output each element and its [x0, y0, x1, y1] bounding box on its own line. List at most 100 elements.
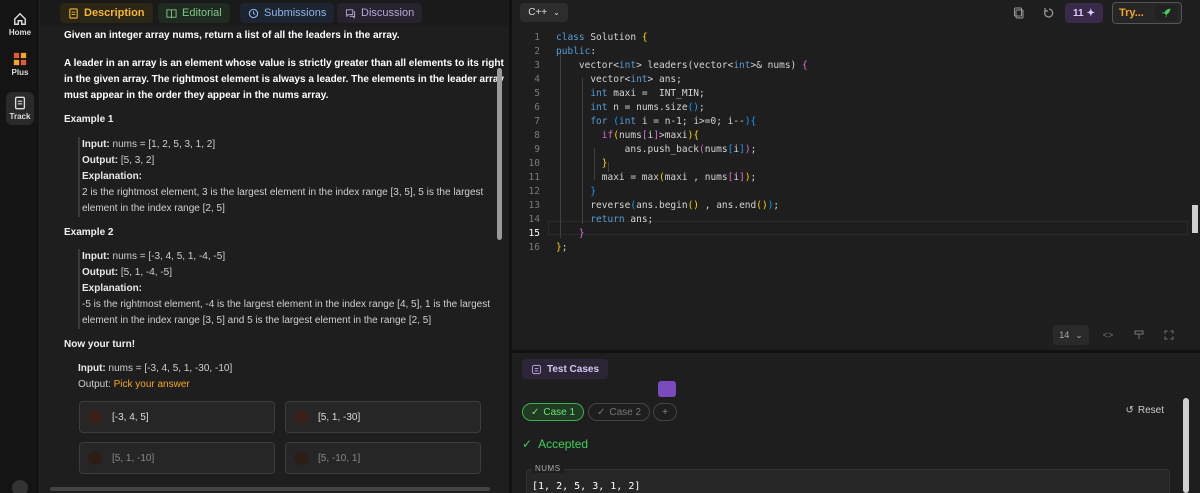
rocket-icon — [1155, 5, 1177, 21]
code-line: int n = nums.size(); — [590, 102, 705, 113]
tab-discussion[interactable]: Discussion — [337, 3, 423, 23]
testcase-scrollbar[interactable] — [1183, 398, 1189, 493]
indent-guide — [608, 162, 609, 172]
editor-panel: C++ ⌄ 11 ✦ Try... 1 2 3 4 5 6 7 8 9 10 11 12 13 14 15 16 … — [512, 0, 1200, 493]
line-number: 5 — [534, 88, 540, 99]
radio-circle — [294, 410, 308, 424]
line-number: 15 — [528, 228, 540, 239]
tab-editorial[interactable]: Editorial — [158, 3, 230, 23]
rail-plus-label: Plus — [11, 68, 29, 77]
code-line: }; — [556, 242, 568, 253]
tab-submissions[interactable]: Submissions — [240, 3, 335, 23]
streak-badge[interactable]: 11 ✦ — [1065, 3, 1103, 23]
tab-description[interactable]: Description — [60, 3, 153, 23]
answer-option-3[interactable]: [5, 1, -10] — [79, 442, 275, 474]
try-button[interactable]: Try... — [1112, 2, 1182, 24]
line-number: 3 — [534, 60, 540, 71]
problem-statement: A leader in an array is an element whose… — [64, 58, 504, 101]
undo-icon: ↺ — [1125, 405, 1134, 416]
line-number: 10 — [528, 158, 540, 169]
code-line: class Solution { — [556, 32, 648, 43]
line-number: 12 — [528, 186, 540, 197]
code-line: return ans; — [590, 214, 654, 225]
rail-plus[interactable]: Plus — [0, 52, 40, 77]
code-brackets-icon[interactable]: <> — [1099, 325, 1117, 345]
tab-submissions-label: Submissions — [264, 7, 327, 19]
problem-panel: Description Editorial Submissions Discus… — [40, 0, 510, 493]
clock-icon — [248, 8, 259, 18]
line-number: 2 — [534, 46, 540, 57]
profile-avatar[interactable] — [12, 480, 28, 493]
reset-code-icon[interactable] — [1040, 4, 1058, 22]
radio-circle — [88, 410, 102, 424]
page-scrollbar[interactable] — [1192, 205, 1198, 233]
code-editor[interactable]: 1 2 3 4 5 6 7 8 9 10 11 12 13 14 15 16 class Solution {… — [512, 28, 1200, 350]
code-line: public: — [556, 46, 597, 57]
nav-rail: Home Plus Track — [0, 0, 40, 493]
nums-value: [1, 2, 5, 3, 1, 2] — [532, 481, 641, 492]
case-1-tab[interactable]: ✓ Case 1 — [522, 403, 585, 421]
line-number: 4 — [534, 74, 540, 85]
tab-discussion-label: Discussion — [361, 7, 415, 19]
rail-track-label: Track — [9, 112, 31, 121]
code-line: reverse(ans.begin() , ans.end()); — [556, 200, 780, 211]
rail-track[interactable]: Track — [0, 92, 40, 125]
line-number: 6 — [534, 102, 540, 113]
format-icon[interactable] — [1130, 325, 1148, 345]
ai-assistant-button[interactable] — [658, 381, 676, 397]
line-number: 9 — [534, 144, 540, 155]
book-icon — [166, 8, 177, 18]
problem-scrollbar[interactable] — [497, 68, 502, 240]
tab-editorial-label: Editorial — [182, 7, 222, 19]
line-number: 1 — [534, 32, 540, 43]
language-select[interactable]: C++ ⌄ — [520, 3, 568, 22]
example2-title: Example 2 — [64, 227, 114, 238]
pick-answer-hint: Pick your answer — [113, 379, 190, 390]
problem-summary: Given an integer array nums, return a li… — [64, 30, 400, 41]
problem-hscrollbar[interactable] — [50, 487, 490, 491]
check-icon: ✓ — [531, 406, 540, 418]
rail-home-label: Home — [8, 28, 32, 37]
example1-block: Input: nums = [1, 2, 5, 3, 1, 2] Output:… — [78, 137, 498, 217]
chevron-down-icon: ⌄ — [1075, 329, 1083, 340]
plus-tier-icon — [13, 52, 27, 66]
track-icon — [14, 96, 26, 110]
code-line: int maxi = INT_MIN; — [590, 88, 705, 99]
add-case-button[interactable]: + — [653, 403, 677, 421]
answer-option-1[interactable]: [-3, 4, 5] — [79, 401, 275, 433]
copy-icon[interactable] — [1010, 4, 1028, 22]
rail-track-box: Track — [6, 92, 34, 125]
line-number: 7 — [534, 116, 540, 127]
code-line: if(nums[i]>maxi){ — [601, 130, 700, 141]
line-number: 11 — [528, 172, 540, 183]
editor-topbar: C++ ⌄ 11 ✦ Try... — [512, 0, 1200, 26]
home-icon — [14, 12, 26, 25]
font-size-select[interactable]: 14 ⌄ — [1053, 325, 1089, 345]
code-line: for (int i = n-1; i>=0; i--){ — [590, 116, 757, 127]
document-icon — [69, 7, 78, 19]
chat-icon — [345, 8, 356, 19]
rail-home[interactable]: Home — [0, 12, 40, 37]
check-icon: ✓ — [522, 437, 533, 451]
case-2-tab[interactable]: ✓ Case 2 — [588, 403, 651, 421]
tab-description-label: Description — [84, 7, 145, 19]
chevron-down-icon: ⌄ — [553, 8, 560, 17]
answer-option-4[interactable]: [5, -10, 1] — [285, 442, 481, 474]
answer-option-2[interactable]: [5, 1, -30] — [285, 401, 481, 433]
turn-title: Now your turn! — [64, 339, 136, 350]
test-tube-icon — [531, 364, 542, 374]
tab-test-cases[interactable]: Test Cases — [522, 359, 608, 379]
code-line: } — [578, 228, 585, 239]
code-line: } — [601, 158, 608, 169]
radio-circle — [294, 451, 308, 465]
testcase-panel: Test Cases ✓ Case 1 ✓ Case 2 + ↺ Reset ✓ Acc… — [512, 353, 1200, 493]
reset-testcases-button[interactable]: ↺ Reset — [1125, 405, 1164, 416]
code-line: vector<int> leaders(vector<int>& nums) { — [556, 60, 808, 71]
problem-intro: Given an integer array nums, return a li… — [64, 28, 504, 44]
app-root: Home Plus Track Description Editorial Su… — [0, 0, 1200, 493]
radio-circle — [88, 451, 102, 465]
code-line: maxi = max(maxi , nums[i]); — [556, 172, 757, 183]
fullscreen-icon[interactable] — [1160, 325, 1178, 345]
code-line: ans.push_back(nums[i]); — [556, 144, 757, 155]
line-number: 16 — [528, 242, 540, 253]
